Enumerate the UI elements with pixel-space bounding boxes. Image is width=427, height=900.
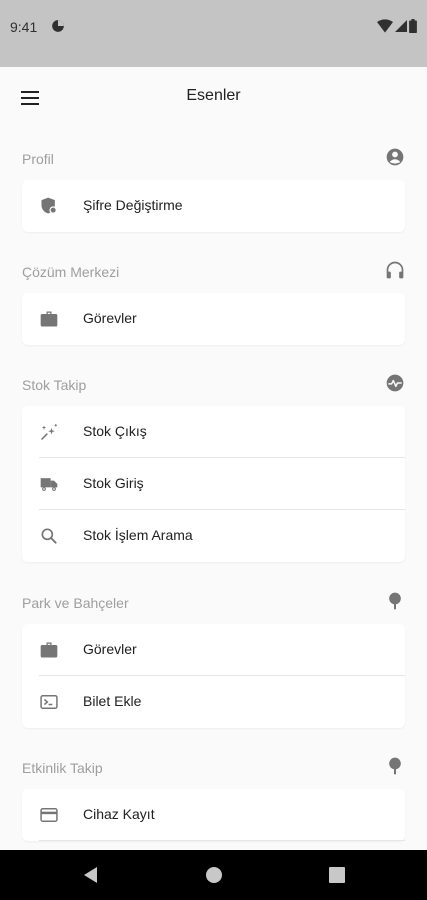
battery-icon [409, 19, 417, 33]
local-shipping-icon [40, 478, 58, 491]
list-item-label: Görevler [83, 641, 137, 657]
list-item-cihaz-kayit[interactable]: Cihaz Kayıt [22, 789, 405, 841]
auto-awesome-icon [40, 424, 57, 441]
card-park-ve-bahceler: Görevler Bilet Ekle [22, 624, 405, 728]
card-stok-takip: Stok Çıkış Stok Giriş Stok İşlem Arama [22, 406, 405, 562]
terminal-icon [40, 695, 58, 709]
section-header-stok-takip: Stok Takip [22, 373, 405, 397]
search-icon [41, 528, 57, 544]
signal-icon [395, 20, 407, 32]
card-cozum-merkezi: Görevler [22, 293, 405, 345]
home-icon[interactable] [204, 865, 224, 885]
card-profil: Şifre Değiştirme [22, 180, 405, 232]
list-item-label: Stok Giriş [83, 475, 144, 491]
section-header-cozum-merkezi: Çözüm Merkezi [22, 260, 405, 284]
section-title: Stok Takip [22, 377, 87, 393]
divider [39, 840, 405, 841]
section-header-park-ve-bahceler: Park ve Bahçeler [22, 591, 405, 615]
status-bar: 9:41 [0, 0, 427, 67]
data-saver-icon [52, 20, 64, 32]
section-title: Çözüm Merkezi [22, 264, 120, 280]
status-time: 9:41 [10, 19, 38, 35]
section-title: Park ve Bahçeler [22, 595, 129, 611]
list-item-stok-islem-arama[interactable]: Stok İşlem Arama [22, 510, 405, 562]
wifi-icon [377, 19, 393, 33]
list-item-sifre-degistirme[interactable]: Şifre Değiştirme [22, 180, 405, 232]
section-header-profil: Profil [22, 147, 405, 171]
list-item-label: Bilet Ekle [83, 693, 142, 709]
recents-icon[interactable] [327, 865, 347, 885]
system-navigation-bar [0, 850, 427, 900]
list-item-label: Şifre Değiştirme [83, 197, 183, 213]
tree-icon [389, 592, 401, 610]
section-title: Etkinlik Takip [22, 760, 103, 776]
briefcase-icon [40, 311, 58, 327]
list-item-label: Stok İşlem Arama [83, 527, 193, 543]
list-item-gorevler[interactable]: Görevler [22, 293, 405, 345]
app-bar: Esenler [0, 67, 427, 129]
credit-card-icon [40, 808, 58, 822]
list-item-bilet-ekle[interactable]: Bilet Ekle [22, 676, 405, 728]
list-item-label: Stok Çıkış [83, 423, 147, 439]
list-item-stok-cikis[interactable]: Stok Çıkış [22, 406, 405, 458]
section-header-etkinlik-takip: Etkinlik Takip [22, 756, 405, 780]
section-title: Profil [22, 151, 54, 167]
briefcase-icon [40, 642, 58, 658]
headphones-icon [386, 261, 404, 279]
security-icon [41, 197, 57, 214]
list-item-stok-giris[interactable]: Stok Giriş [22, 458, 405, 510]
page-title: Esenler [186, 87, 241, 104]
tree-icon [389, 757, 401, 775]
back-icon[interactable] [81, 865, 101, 885]
list-item-gorevler[interactable]: Görevler [22, 624, 405, 676]
monitor-heart-icon [386, 374, 404, 392]
card-etkinlik-takip: Cihaz Kayıt [22, 789, 405, 841]
list-item-label: Görevler [83, 310, 137, 326]
account-circle-icon [386, 148, 404, 166]
list-item-label: Cihaz Kayıt [83, 806, 155, 822]
